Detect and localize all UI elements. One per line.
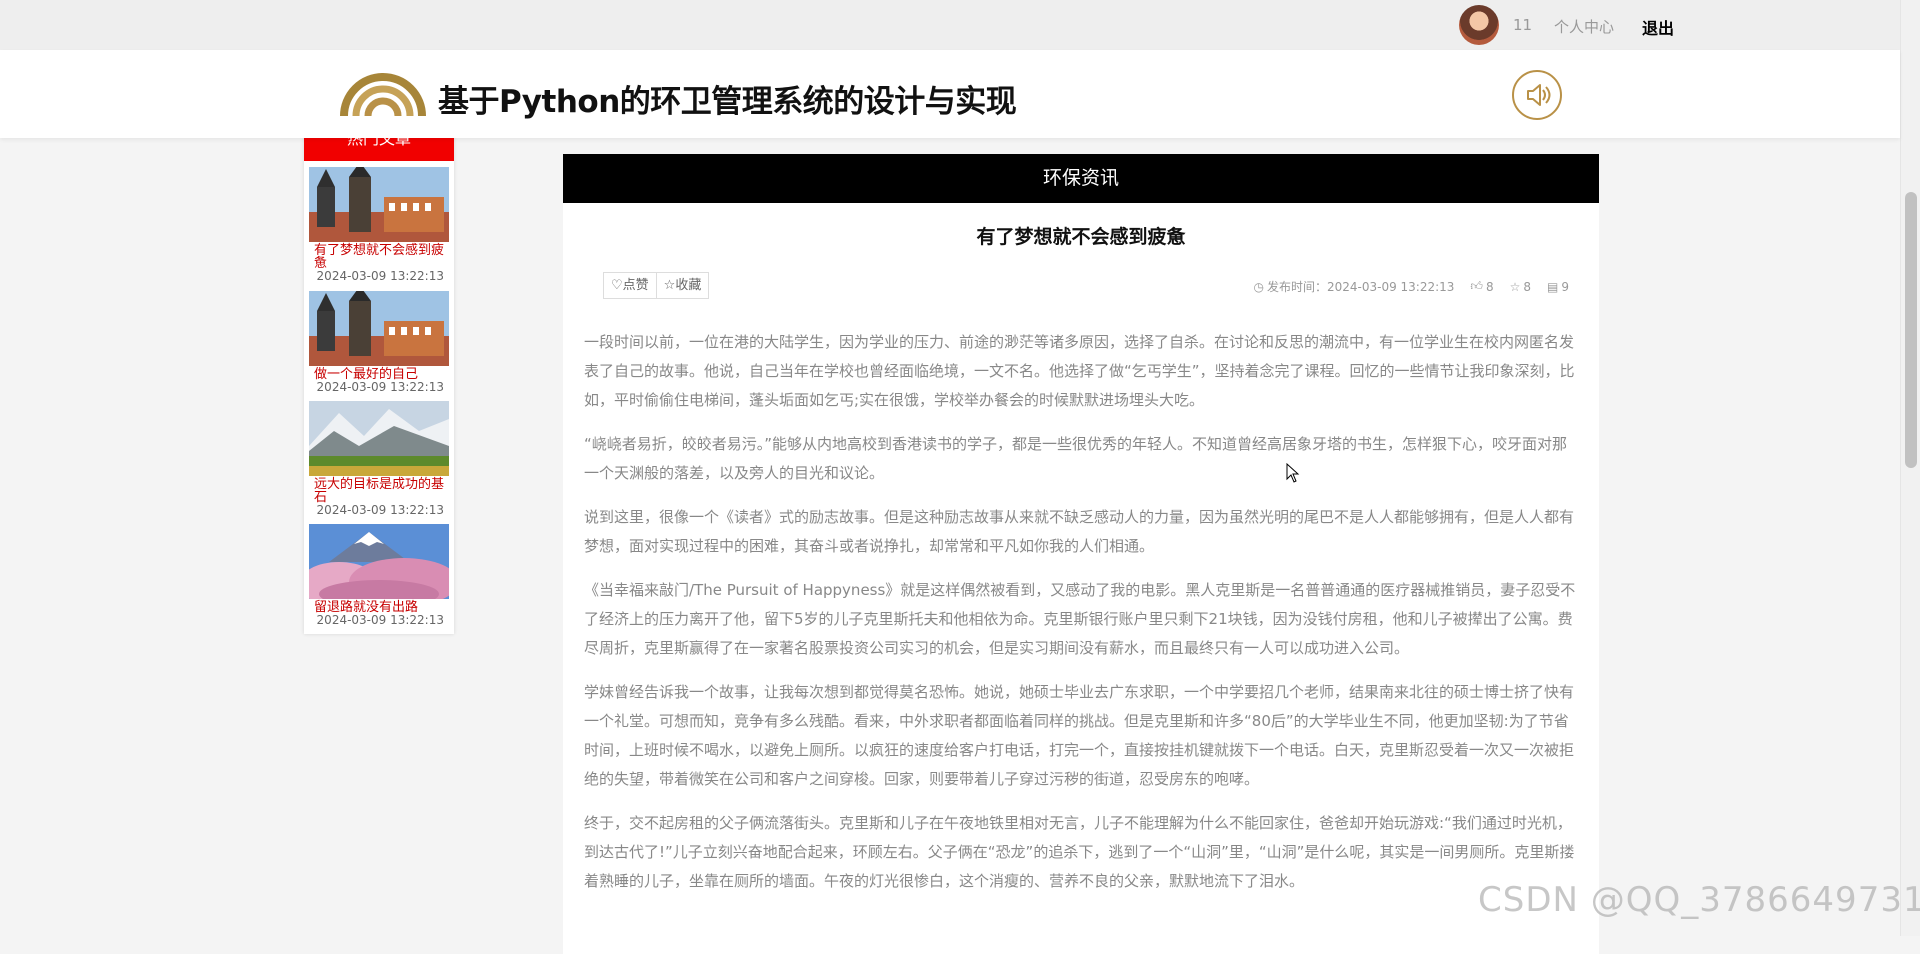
star-outline-icon: ☆	[1509, 279, 1521, 294]
article-actions: ♡点赞 ☆收藏	[603, 272, 710, 299]
article-paragraph: 学妹曾经告诉我一个故事，让我每次想到都觉得莫名恐怖。她说，她硕士毕业去广东求职，…	[584, 683, 1575, 788]
logout-link[interactable]: 退出	[1642, 15, 1674, 39]
avatar[interactable]	[1459, 5, 1499, 45]
article-date: 2024-03-09 13:22:13	[316, 613, 444, 627]
hot-article-item[interactable]: 留退路就没有出路 2024-03-09 13:22:13	[309, 524, 449, 627]
article-thumbnail[interactable]	[309, 291, 449, 366]
favorite-count-value: 8	[1523, 279, 1532, 294]
like-count-value: 8	[1485, 279, 1494, 294]
article-panel: 环保资讯 有了梦想就不会感到疲惫 ♡点赞 ☆收藏 ◷ 发布时间：2024-03-0…	[563, 154, 1599, 954]
like-count: 👍︎ 8	[1470, 278, 1493, 295]
publish-time-text: 发布时间：2024-03-09 13:22:13	[1266, 280, 1455, 294]
article-title[interactable]: 有了梦想就不会感到疲惫	[314, 244, 449, 270]
article-date: 2024-03-09 13:22:13	[316, 380, 444, 394]
article-meta: ◷ 发布时间：2024-03-09 13:22:13 👍︎ 8 ☆ 8 ▤ 9	[1253, 278, 1569, 295]
sound-toggle-button[interactable]	[1512, 70, 1562, 120]
article-date: 2024-03-09 13:22:13	[316, 269, 444, 283]
article-paragraph: 说到这里，很像一个《读者》式的励志故事。但是这种励志故事从来就不缺乏感动人的力量…	[584, 508, 1575, 555]
section-header: 环保资讯	[563, 154, 1599, 203]
article-paragraph: 《当幸福来敲门/The Pursuit of Happyness》就是这样偶然被…	[584, 581, 1576, 657]
article-thumbnail[interactable]	[309, 524, 449, 599]
article-heading: 有了梦想就不会感到疲惫	[976, 226, 1186, 248]
article-paragraph: “峣峣者易折，皎皎者易污。”能够从内地高校到香港读书的学子，都是一些很优秀的年轻…	[584, 435, 1568, 482]
hot-article-item[interactable]: 远大的目标是成功的基石 2024-03-09 13:22:13	[309, 401, 449, 517]
site-title: 基于Python的环卫管理系统的设计与实现	[438, 84, 1017, 120]
favorite-button[interactable]: ☆收藏	[656, 272, 710, 299]
heart-icon: ♡	[611, 278, 623, 293]
article-body: 一段时间以前，一位在港的大陆学生，因为学业的压力、前途的渺茫等诸多原因，选择了自…	[584, 328, 1578, 911]
article-date: 2024-03-09 13:22:13	[316, 503, 444, 517]
like-button[interactable]: ♡点赞	[603, 272, 657, 299]
like-label: 点赞	[622, 278, 649, 293]
comment-icon: ▤	[1547, 279, 1559, 294]
favorite-count: ☆ 8	[1510, 278, 1531, 295]
article-title[interactable]: 远大的目标是成功的基石	[314, 478, 449, 504]
article-thumbnail[interactable]	[309, 401, 449, 476]
favorite-label: 收藏	[675, 278, 702, 293]
mouse-cursor-icon	[1286, 463, 1300, 483]
article-paragraph: 一段时间以前，一位在港的大陆学生，因为学业的压力、前途的渺茫等诸多原因，选择了自…	[584, 333, 1575, 409]
publish-time: ◷ 发布时间：2024-03-09 13:22:13	[1253, 278, 1454, 295]
article-thumbnail[interactable]	[309, 167, 449, 242]
clock-icon: ◷	[1253, 279, 1264, 294]
article-paragraph: 终于，交不起房租的父子俩流落街头。克里斯和儿子在午夜地铁里相对无言，儿子不能理解…	[584, 814, 1575, 890]
scrollbar-thumb[interactable]	[1905, 192, 1917, 468]
page-scrollbar[interactable]	[1900, 0, 1920, 936]
personal-center-link[interactable]: 个人中心	[1554, 16, 1614, 37]
comment-count-value: 9	[1561, 279, 1569, 294]
hot-article-item[interactable]: 做一个最好的自己 2024-03-09 13:22:13	[309, 291, 449, 394]
top-bar: 11 个人中心 退出	[0, 0, 1920, 50]
hot-articles-sidebar: 热门文章 有了梦想就不会感到疲惫 2024-03-09 13:22:13 做一个…	[304, 124, 454, 634]
hot-article-item[interactable]: 有了梦想就不会感到疲惫 2024-03-09 13:22:13	[309, 167, 449, 283]
comment-count: ▤ 9	[1547, 278, 1569, 295]
speaker-icon	[1527, 84, 1551, 106]
csdn-watermark: CSDN @QQ_3786649731	[1478, 880, 1920, 920]
site-header: 基于Python的环卫管理系统的设计与实现	[0, 50, 1900, 138]
logo-icon	[340, 66, 426, 120]
star-icon: ☆	[663, 278, 676, 293]
username: 11	[1513, 16, 1533, 34]
thumbs-up-icon: 👍︎	[1470, 279, 1483, 293]
